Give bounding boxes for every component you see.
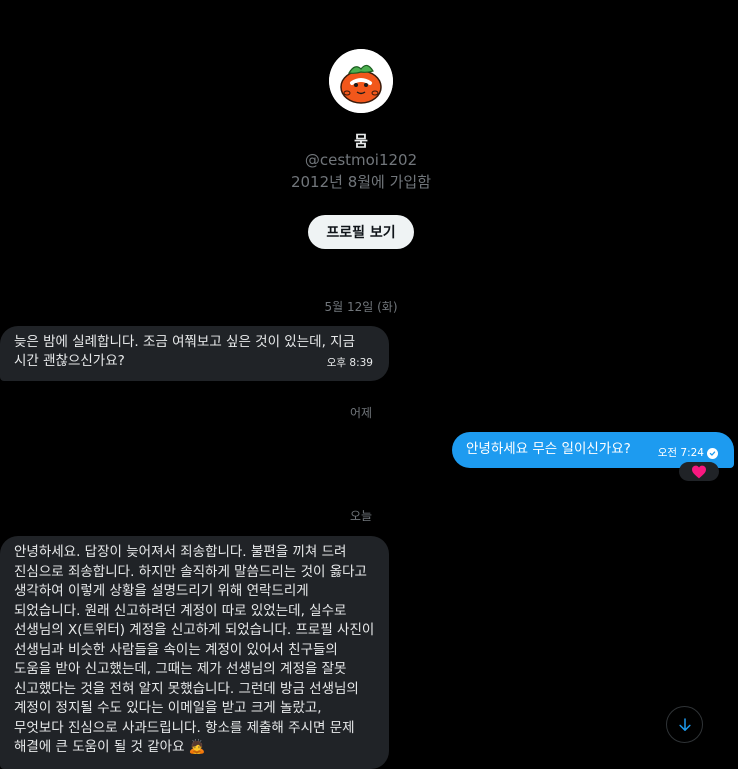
- date-separator: 5월 12일 (화): [324, 300, 398, 314]
- profile-name: 뭄: [354, 132, 368, 150]
- date-separator: 오늘: [349, 509, 373, 523]
- profile-handle: @cestmoi1202: [304, 151, 418, 169]
- message-time: 오후 8:39: [326, 357, 373, 369]
- heart-icon: [692, 465, 706, 478]
- message-meta: 오전 7:24: [658, 444, 718, 463]
- persimmon-character-icon: [329, 49, 393, 113]
- read-check-icon: [707, 448, 718, 459]
- arrow-down-icon: [678, 717, 691, 731]
- message-text: 안녕하세요 무슨 일이신가요?: [466, 441, 631, 457]
- message-text: 늦은 밤에 실례합니다. 조금 여쭤보고 싶은 것이 있는데, 지금 시간 괜찮…: [14, 334, 355, 369]
- heart-reaction[interactable]: [679, 462, 719, 481]
- avatar[interactable]: [329, 49, 393, 113]
- message-text: 안녕하세요. 답장이 늦어져서 죄송합니다. 불편을 끼쳐 드려 진심으로 죄송…: [14, 544, 375, 755]
- date-separator: 어제: [349, 406, 373, 420]
- scroll-to-bottom-button[interactable]: [666, 706, 703, 743]
- message-time: 오전 7:24: [657, 447, 704, 459]
- message-bubble-received[interactable]: 안녕하세요. 답장이 늦어져서 죄송합니다. 불편을 끼쳐 드려 진심으로 죄송…: [0, 536, 389, 769]
- profile-joined-date: 2012년 8월에 가입함: [290, 173, 432, 191]
- dm-conversation: 뭄 @cestmoi1202 2012년 8월에 가입함 프로필 보기 5월 1…: [0, 0, 738, 769]
- view-profile-button[interactable]: 프로필 보기: [308, 215, 414, 249]
- message-bubble-received[interactable]: 늦은 밤에 실례합니다. 조금 여쭤보고 싶은 것이 있는데, 지금 시간 괜찮…: [0, 326, 389, 381]
